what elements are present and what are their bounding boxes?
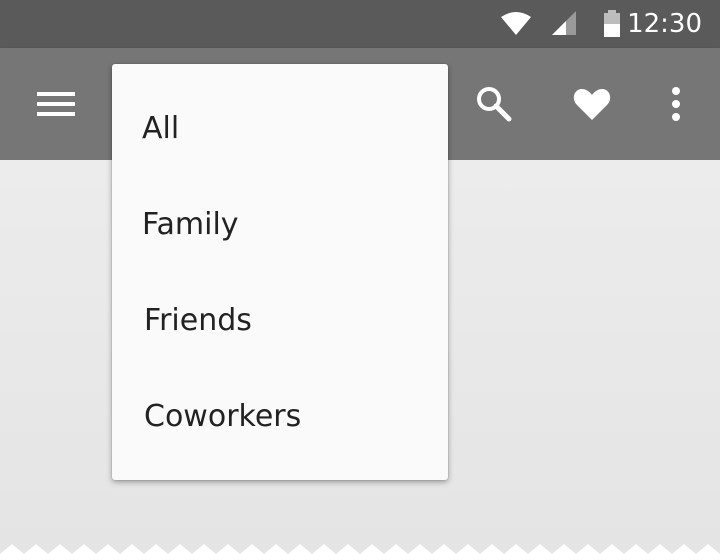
- menu-item-label: Friends: [144, 303, 252, 338]
- menu-item-coworkers[interactable]: Coworkers: [112, 369, 448, 465]
- search-icon[interactable]: [466, 48, 522, 160]
- cell-signal-icon: [548, 0, 580, 48]
- menu-item-friends[interactable]: Friends: [112, 273, 448, 369]
- filter-dropdown-menu: All Family Friends Coworkers: [112, 64, 448, 480]
- heart-icon[interactable]: [564, 48, 620, 160]
- battery-icon: [598, 0, 626, 48]
- status-bar: 12:30: [0, 0, 720, 48]
- status-time: 12:30: [627, 9, 702, 39]
- more-vert-icon[interactable]: [656, 48, 696, 160]
- menu-item-family[interactable]: Family: [112, 177, 448, 273]
- screen: 12:30 All Family Friends Coworkers: [0, 0, 720, 560]
- torn-edge-decoration: [0, 544, 720, 560]
- menu-item-all[interactable]: All: [112, 81, 448, 177]
- menu-item-label: All: [142, 111, 180, 146]
- menu-icon[interactable]: [28, 48, 84, 160]
- menu-item-label: Coworkers: [144, 399, 302, 434]
- wifi-icon: [498, 0, 534, 48]
- menu-item-label: Family: [142, 207, 239, 242]
